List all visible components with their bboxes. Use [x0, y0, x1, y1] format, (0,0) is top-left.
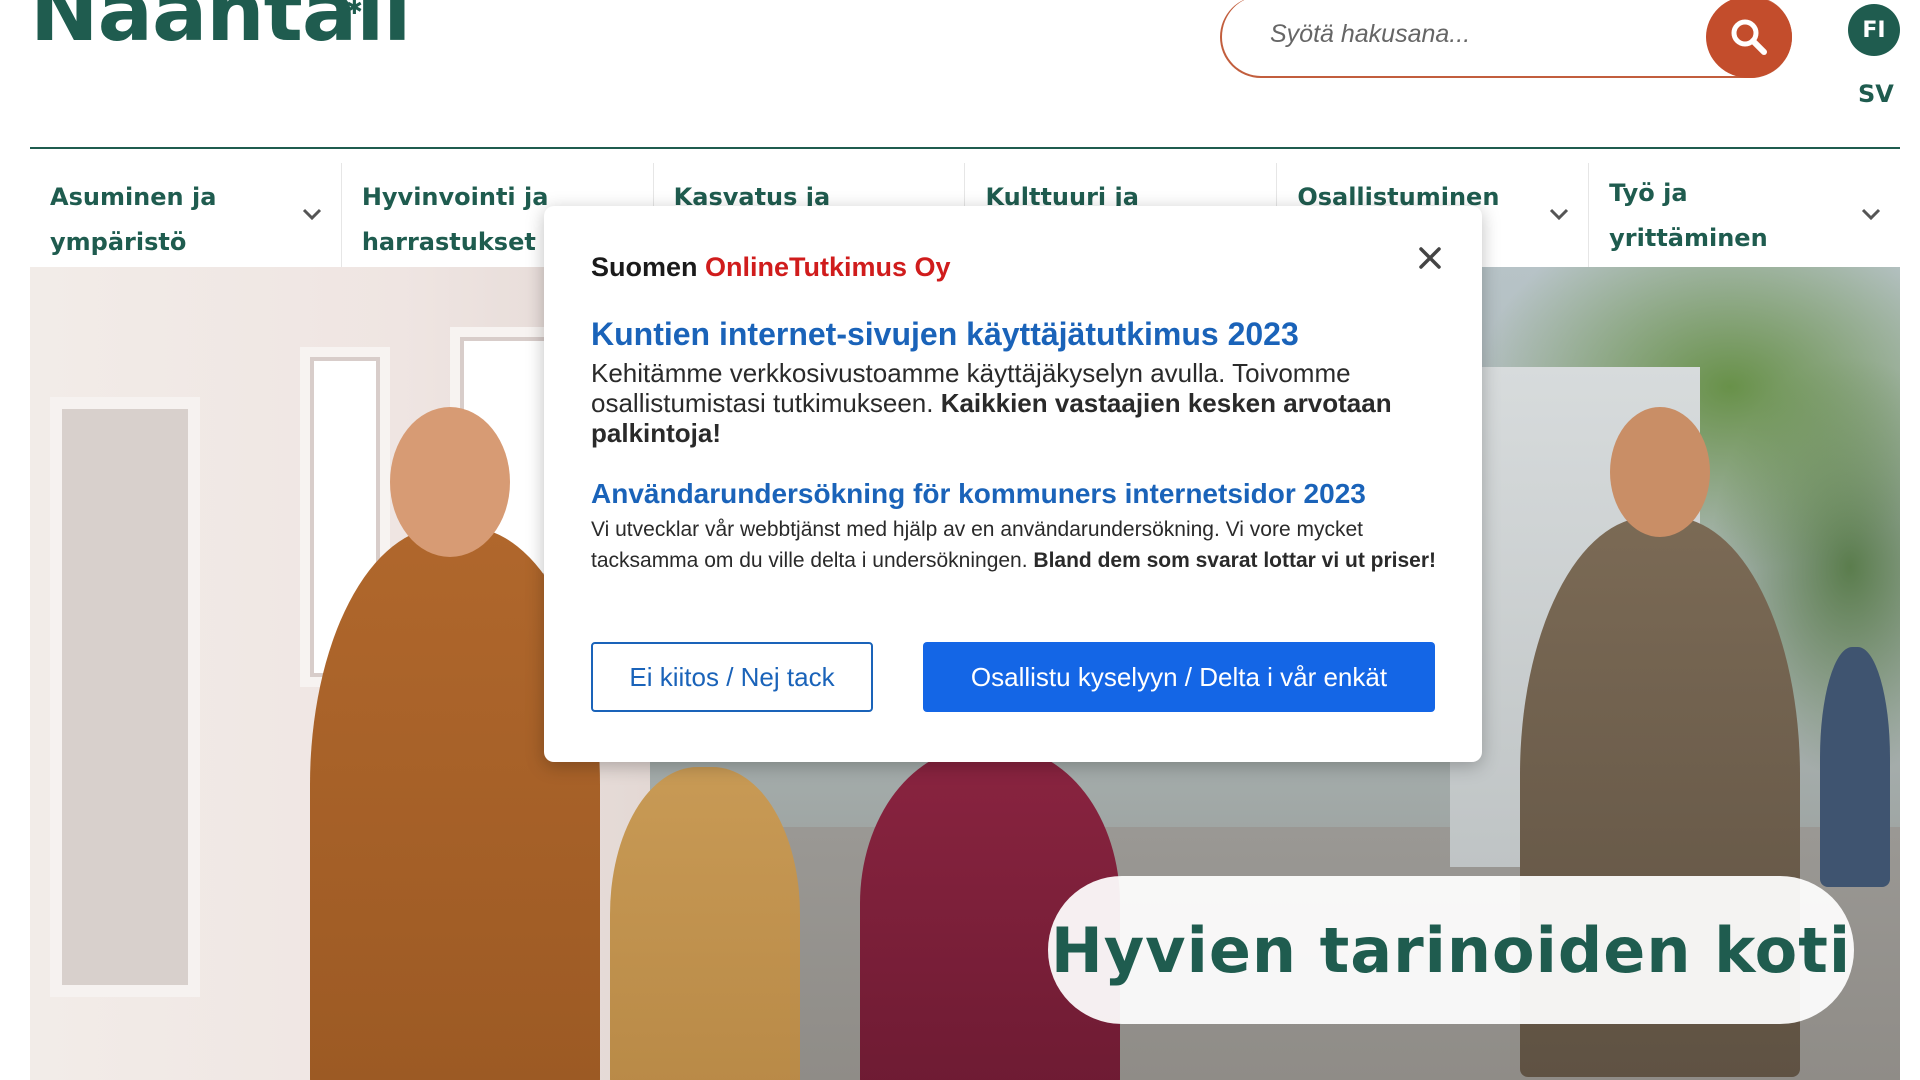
person-background [1820, 647, 1890, 887]
person-yellow-robe [610, 767, 800, 1080]
close-icon [1419, 247, 1441, 269]
search-input[interactable] [1270, 10, 1690, 58]
language-fi-button[interactable]: FI [1848, 4, 1900, 56]
nav-item-asuminen[interactable]: Asuminen ja ympäristö [30, 163, 342, 269]
decline-survey-button[interactable]: Ei kiitos / Nej tack [591, 642, 873, 712]
close-button[interactable] [1410, 238, 1450, 278]
survey-body-sv: Vi utvecklar vår webbtjänst med hjälp av… [591, 514, 1451, 576]
chevron-down-icon [1550, 208, 1569, 221]
accept-survey-button[interactable]: Osallistu kyselyyn / Delta i vår enkät [923, 642, 1435, 712]
brand-name-red: OnlineTutkimus Oy [705, 252, 951, 282]
language-sv-link[interactable]: SV [1858, 80, 1894, 108]
nav-item-label: Asuminen ja ympäristö [50, 183, 217, 256]
survey-provider-name: Suomen OnlineTutkimus Oy [591, 252, 951, 283]
survey-dialog: Suomen OnlineTutkimus Oy Kuntien interne… [544, 206, 1482, 762]
house-door [50, 397, 200, 997]
hero-tagline: Hyvien tarinoiden koti [1048, 876, 1854, 1024]
search-icon [1731, 19, 1767, 55]
survey-title-sv: Användarundersökning för kommuners inter… [591, 478, 1366, 509]
person-head [390, 407, 510, 557]
survey-title-fi: Kuntien internet-sivujen käyttäjätutkimu… [591, 316, 1299, 352]
nav-item-tyo[interactable]: Työ ja yrittäminen [1589, 163, 1900, 269]
nav-item-label: Työ ja yrittäminen [1609, 179, 1768, 252]
nav-item-label: Hyvinvointi ja harrastukset [361, 183, 549, 256]
survey-body-fi: Kehitämme verkkosivustoamme käyttäjäkyse… [591, 358, 1451, 448]
survey-prize-text-sv: Bland dem som svarat lottar vi ut priser… [1033, 549, 1437, 572]
person-head [1610, 407, 1710, 537]
brand-prefix: Suomen [591, 252, 706, 282]
site-logo[interactable]: Naantali ✱ [30, 0, 411, 68]
chevron-down-icon [1861, 208, 1881, 221]
chevron-down-icon [302, 208, 321, 221]
logo-star-icon: ✱ [346, 0, 363, 19]
